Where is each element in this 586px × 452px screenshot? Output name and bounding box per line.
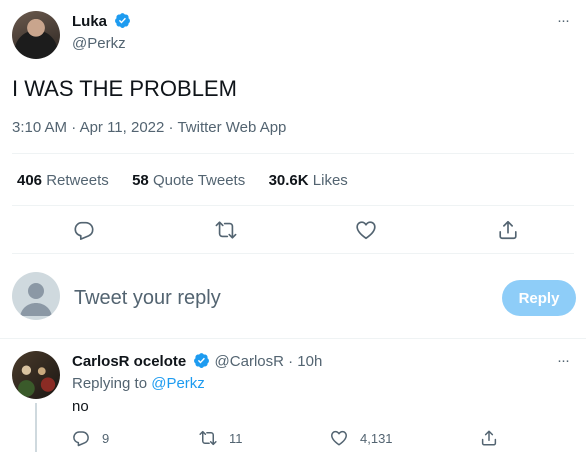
like-icon [331,430,347,446]
quotes-label: Quote Tweets [152,172,246,189]
replying-to: Replying to @Perkz [72,375,205,392]
reply-like-action[interactable]: 4,131 [330,429,393,447]
meta-separator: · [71,119,77,136]
default-avatar-icon [20,283,52,316]
divider [0,338,586,339]
quotes-count: 58 [132,172,149,189]
reply-input[interactable]: Tweet your reply [74,287,221,310]
retweet-icon [199,430,217,446]
reply-text: no [72,398,89,415]
replying-to-label: Replying to [72,375,148,392]
retweets-count: 406 [17,172,43,189]
reply-icon [73,431,89,447]
share-icon[interactable] [497,219,519,241]
reply-reply-count: 9 [102,430,110,446]
tweet-time[interactable]: 3:10 AM [12,119,67,136]
author-name-row[interactable]: Luka [72,12,131,30]
reply-header: CarlosR ocelote @CarlosR · 10h [72,352,322,370]
share-icon[interactable] [480,429,498,447]
thread-line [35,403,37,452]
reply-more-options-icon[interactable]: ··· [557,352,570,369]
reply-retweet-count: 11 [229,430,243,446]
user-avatar[interactable] [12,272,60,320]
retweets-stat[interactable]: 406 Retweets [17,172,113,189]
divider [12,153,574,154]
reply-author-handle[interactable]: @CarlosR [215,353,284,370]
tweet-source[interactable]: Twitter Web App [177,119,286,136]
stats-row: 406 Retweets 58 Quote Tweets 30.6K Likes [17,172,348,189]
reply-retweet-action[interactable]: 11 [199,429,243,447]
author-handle[interactable]: @Perkz [72,35,126,52]
reply-reply-action[interactable]: 9 [72,429,109,447]
reply-separator: · [288,353,294,370]
likes-count: 30.6K [268,172,309,189]
tweet-date[interactable]: Apr 11, 2022 [80,119,165,136]
reply-age[interactable]: 10h [297,353,322,370]
reply-icon[interactable] [73,219,95,241]
retweets-label: Retweets [46,172,109,189]
likes-label: Likes [312,172,348,189]
verified-badge-icon [194,353,210,368]
divider [12,205,574,206]
reply-author-name[interactable]: CarlosR ocelote [72,353,186,370]
likes-stat[interactable]: 30.6K Likes [269,172,348,189]
like-icon[interactable] [355,219,377,241]
author-avatar[interactable] [12,11,60,59]
divider [12,253,574,254]
quotes-stat[interactable]: 58 Quote Tweets [132,172,249,189]
author-name[interactable]: Luka [72,13,107,30]
reply-like-count: 4,131 [360,430,393,446]
replying-to-handle[interactable]: @Perkz [151,375,205,392]
more-options-icon[interactable]: ··· [557,12,570,29]
tweet-meta: 3:10 AM · Apr 11, 2022 · Twitter Web App [12,119,286,136]
tweet-text: I WAS THE PROBLEM [12,76,237,101]
meta-separator: · [168,119,174,136]
reply-button[interactable]: Reply [502,280,576,316]
reply-author-avatar[interactable] [12,351,60,399]
retweet-icon[interactable] [215,219,237,241]
verified-badge-icon [115,13,131,28]
